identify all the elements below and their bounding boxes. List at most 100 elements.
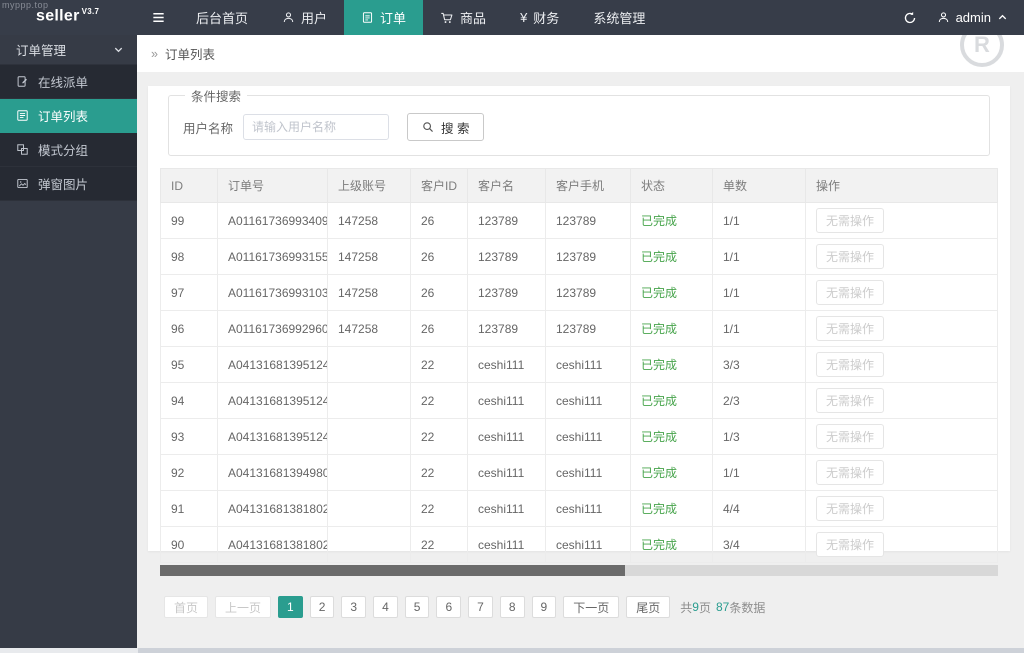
- cell-action: 无需操作: [805, 310, 998, 347]
- table-row: 90A0413168138180223222ceshi111ceshi111已完…: [160, 526, 998, 563]
- cell-customer-name: ceshi111: [467, 418, 546, 455]
- username-input[interactable]: [243, 114, 390, 140]
- cell-count: 3/3: [712, 346, 806, 383]
- search-icon: [421, 120, 435, 134]
- nav-item-orders[interactable]: 订单: [344, 0, 424, 35]
- cell-status: 已完成: [630, 418, 713, 455]
- chevron-down-icon: [113, 44, 124, 55]
- cell-customer-phone: ceshi111: [545, 418, 631, 455]
- page-number-4[interactable]: 4: [373, 596, 398, 618]
- cell-order-no: A04131681381802494: [217, 490, 328, 527]
- no-action-button[interactable]: 无需操作: [816, 532, 885, 557]
- cell-status: 已完成: [630, 526, 713, 563]
- cell-customer-phone: ceshi111: [545, 454, 631, 491]
- cell-customer-id: 22: [410, 526, 468, 563]
- nav-item-label: 订单: [380, 11, 407, 26]
- page-scrollbar[interactable]: [0, 648, 1024, 653]
- app-root: myppp.top seller V3.7 后台首页 用户 订单 商品 ¥ 财务 系统管理 a…: [0, 0, 1024, 653]
- main-content: » 订单列表 R 条件搜索 用户名称 搜 索: [137, 35, 1024, 648]
- nav-item-users[interactable]: 用户: [265, 0, 344, 35]
- logo-letter: R: [974, 35, 990, 57]
- cell-order-no: A04131681394980927: [217, 454, 328, 491]
- page-number-7[interactable]: 7: [468, 596, 493, 618]
- cell-action: 无需操作: [805, 418, 998, 455]
- sidebar-item-order-list[interactable]: 订单列表: [0, 99, 137, 133]
- sidebar-item-label: 在线派单: [38, 76, 89, 90]
- table-row: 99A0116173699340915114725826123789123789…: [160, 202, 998, 239]
- cell-customer-phone: 123789: [545, 310, 631, 347]
- sidebar-item-online-dispatch[interactable]: 在线派单: [0, 65, 137, 99]
- no-action-button[interactable]: 无需操作: [816, 316, 885, 341]
- page-next-button[interactable]: 下一页: [563, 596, 620, 618]
- page-number-9[interactable]: 9: [531, 596, 557, 618]
- cell-id: 92: [160, 454, 218, 491]
- user-icon: [282, 11, 295, 24]
- cell-status: 已完成: [630, 346, 713, 383]
- header-row: ID 订单号 上级账号 客户ID 客户名 客户手机 状态 单数 操作: [160, 168, 998, 203]
- cell-order-no: A04131681395124517: [217, 418, 328, 455]
- sidebar-section-orders[interactable]: 订单管理: [0, 35, 137, 64]
- page-number-5[interactable]: 5: [404, 596, 430, 618]
- no-action-button[interactable]: 无需操作: [816, 208, 885, 233]
- page-number-6[interactable]: 6: [436, 596, 462, 618]
- page-last-button[interactable]: 尾页: [626, 596, 671, 618]
- sidebar-item-popup-image[interactable]: 弹窗图片: [0, 167, 137, 201]
- refresh-icon: [903, 11, 917, 25]
- page-number-8[interactable]: 8: [499, 596, 525, 618]
- cell-id: 95: [160, 346, 218, 383]
- cell-order-no: A01161736993155628: [217, 238, 328, 275]
- user-menu[interactable]: admin: [937, 10, 1008, 25]
- cell-customer-name: ceshi111: [467, 454, 546, 491]
- status-badge: 已完成: [641, 394, 678, 408]
- no-action-button[interactable]: 无需操作: [816, 424, 885, 449]
- no-action-button[interactable]: 无需操作: [816, 352, 885, 377]
- cell-order-no: A01161736993103512: [217, 274, 328, 311]
- logo-area: myppp.top seller V3.7: [0, 0, 137, 35]
- cell-order-no: A01161736993409151: [217, 202, 328, 239]
- table-row: 94A0413168139512431222ceshi111ceshi111已完…: [160, 382, 998, 419]
- status-badge: 已完成: [641, 466, 678, 480]
- nav-item-goods[interactable]: 商品: [423, 0, 503, 35]
- no-action-button[interactable]: 无需操作: [816, 460, 885, 485]
- table-scrollbar[interactable]: [160, 565, 998, 576]
- menu-toggle-button[interactable]: [137, 0, 179, 35]
- cell-customer-id: 26: [410, 310, 468, 347]
- table-scrollbar-thumb[interactable]: [160, 565, 626, 576]
- sidebar-item-label: 模式分组: [38, 144, 89, 158]
- cell-action: 无需操作: [805, 526, 998, 563]
- summary-pages-unit: 页: [698, 600, 711, 615]
- yen-icon: ¥: [520, 10, 528, 25]
- nav-item-home[interactable]: 后台首页: [179, 0, 265, 35]
- status-badge: 已完成: [641, 502, 678, 516]
- cell-id: 91: [160, 490, 218, 527]
- page-scrollbar-thumb[interactable]: [0, 648, 138, 653]
- status-badge: 已完成: [641, 430, 678, 444]
- column-header: 客户名: [467, 168, 546, 203]
- page-number-1[interactable]: 1: [278, 596, 303, 618]
- no-action-button[interactable]: 无需操作: [816, 388, 885, 413]
- sidebar-item-mode-group[interactable]: 模式分组: [0, 133, 137, 167]
- nav-item-system[interactable]: 系统管理: [576, 0, 662, 35]
- page-prev-button[interactable]: 上一页: [215, 596, 272, 618]
- breadcrumb-marker: »: [151, 46, 158, 61]
- no-action-button[interactable]: 无需操作: [816, 280, 885, 305]
- page-number-2[interactable]: 2: [309, 596, 335, 618]
- refresh-button[interactable]: [903, 11, 917, 25]
- cell-customer-name: 123789: [467, 310, 546, 347]
- page-number-3[interactable]: 3: [341, 596, 367, 618]
- no-action-button[interactable]: 无需操作: [816, 496, 885, 521]
- cart-icon: [440, 11, 454, 25]
- nav-item-label: 商品: [460, 11, 487, 26]
- content-card: 条件搜索 用户名称 搜 索 ID订单号上级账号客户ID客户名客户手机状态单数操作…: [148, 86, 1010, 618]
- topbar-right: admin: [903, 0, 1024, 35]
- no-action-button[interactable]: 无需操作: [816, 244, 885, 269]
- cell-order-no: A04131681395124598: [217, 346, 328, 383]
- cell-status: 已完成: [630, 382, 713, 419]
- page-first-button[interactable]: 首页: [164, 596, 209, 618]
- cell-customer-phone: ceshi111: [545, 490, 631, 527]
- cell-customer-name: ceshi111: [467, 382, 546, 419]
- search-button[interactable]: 搜 索: [407, 113, 484, 141]
- cell-parent-account: [327, 418, 411, 455]
- cell-id: 90: [160, 526, 218, 563]
- nav-item-finance[interactable]: ¥ 财务: [503, 0, 576, 35]
